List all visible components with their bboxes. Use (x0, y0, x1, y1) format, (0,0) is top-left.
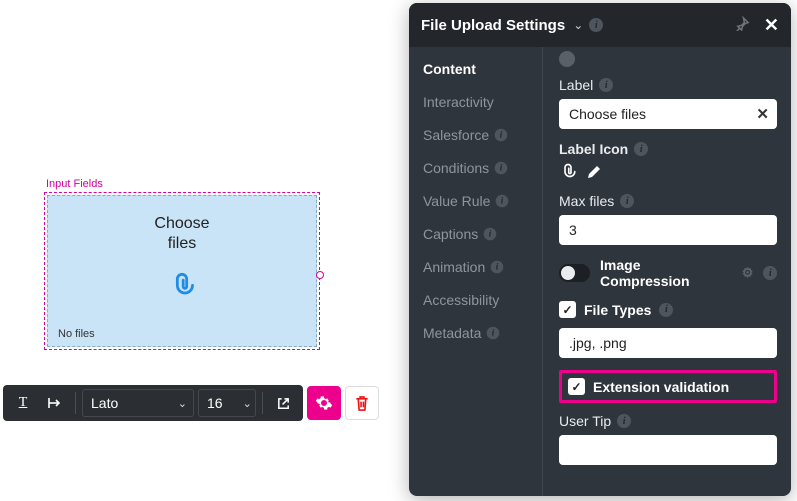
paperclip-icon (165, 272, 199, 305)
user-tip-input[interactable] (559, 435, 777, 465)
sidebar-item-metadata[interactable]: Metadatai (423, 325, 542, 341)
image-compression-toggle[interactable] (559, 264, 590, 282)
extension-validation-row: ✓ Extension validation (568, 378, 768, 395)
label-icon-row: Label Icon i (559, 141, 777, 157)
toolbar-dark-group: T Lato ⌄ 16 ⌄ (3, 385, 303, 421)
maxfiles-input[interactable] (559, 215, 777, 245)
section-label: Input Fields (46, 178, 320, 190)
sidebar-item-captions[interactable]: Captionsi (423, 226, 542, 242)
sidebar-item-interactivity[interactable]: Interactivity (423, 94, 542, 110)
info-icon[interactable]: i (763, 266, 777, 280)
info-icon[interactable]: i (589, 18, 603, 32)
info-icon[interactable]: i (659, 303, 673, 317)
show-label-row: Show Label (559, 51, 777, 67)
label-label: Label (559, 77, 593, 93)
info-icon[interactable]: i (599, 78, 613, 92)
label-field-row: Label i (559, 77, 777, 93)
file-types-input[interactable] (559, 328, 777, 358)
file-types-row: ✓ File Types i (559, 301, 777, 318)
settings-sidebar: Content Interactivity Salesforcei Condit… (409, 47, 543, 496)
sidebar-item-conditions[interactable]: Conditionsi (423, 160, 542, 176)
text-tool-button[interactable]: T (9, 389, 37, 417)
toolbar-separator (262, 392, 263, 414)
align-tool-button[interactable] (41, 389, 69, 417)
resize-handle[interactable] (316, 271, 324, 279)
info-icon[interactable]: i (620, 194, 634, 208)
close-button[interactable]: ✕ (764, 15, 779, 36)
font-size-select[interactable]: 16 ⌄ (198, 389, 256, 417)
file-types-label: File Types (584, 302, 651, 318)
extension-validation-highlight: ✓ Extension validation (559, 370, 777, 403)
chevron-down-icon: ⌄ (243, 397, 252, 410)
info-icon: i (487, 327, 500, 340)
pin-icon[interactable] (735, 16, 750, 34)
format-toolbar: T Lato ⌄ 16 ⌄ (3, 385, 379, 421)
extension-validation-label: Extension validation (593, 379, 729, 395)
file-upload-widget[interactable]: Choose files No files (44, 192, 320, 350)
delete-button[interactable] (345, 386, 379, 420)
info-icon: i (484, 228, 497, 241)
sidebar-item-accessibility[interactable]: Accessibility (423, 292, 542, 308)
chevron-down-icon: ⌄ (178, 397, 187, 410)
sidebar-item-value-rule[interactable]: Value Rulei (423, 193, 542, 209)
label-input[interactable] (559, 99, 777, 129)
paperclip-icon[interactable] (559, 163, 577, 181)
sidebar-item-content[interactable]: Content (423, 61, 542, 77)
open-external-button[interactable] (269, 389, 297, 417)
upload-label-line1: Choose (48, 214, 316, 234)
maxfiles-row: Max files i (559, 193, 777, 209)
settings-form: Show Label Label i ✕ Label Icon i (543, 47, 791, 496)
settings-button[interactable] (307, 386, 341, 420)
file-types-checkbox[interactable]: ✓ (559, 301, 576, 318)
gear-icon[interactable]: ⚙ (742, 265, 754, 281)
info-icon[interactable]: i (634, 142, 648, 156)
image-compression-label: Image Compression (600, 257, 730, 289)
info-icon: i (495, 129, 508, 142)
image-compression-row: Image Compression ⚙ i (559, 257, 777, 289)
toolbar-separator (75, 392, 76, 414)
upload-label-line2: files (48, 234, 316, 254)
extension-validation-checkbox[interactable]: ✓ (568, 378, 585, 395)
user-tip-row: User Tip i (559, 413, 777, 429)
font-select[interactable]: Lato ⌄ (82, 389, 194, 417)
panel-header: File Upload Settings ⌄ i ✕ (409, 3, 791, 47)
panel-title: File Upload Settings (421, 17, 565, 34)
info-icon[interactable]: i (617, 414, 631, 428)
font-value: Lato (91, 395, 118, 411)
chevron-down-icon[interactable]: ⌄ (573, 18, 583, 32)
nofiles-text: No files (58, 328, 95, 340)
maxfiles-label: Max files (559, 193, 614, 209)
info-icon: i (496, 195, 509, 208)
clear-icon[interactable]: ✕ (756, 105, 769, 123)
size-value: 16 (207, 395, 223, 411)
label-icon-label: Label Icon (559, 141, 628, 157)
edit-icon[interactable] (585, 163, 603, 181)
info-icon: i (495, 162, 508, 175)
user-tip-label: User Tip (559, 413, 611, 429)
canvas-region: Input Fields Choose files No files (44, 178, 320, 350)
sidebar-item-salesforce[interactable]: Salesforcei (423, 127, 542, 143)
info-icon: i (491, 261, 504, 274)
toggle-icon[interactable] (559, 51, 575, 67)
sidebar-item-animation[interactable]: Animationi (423, 259, 542, 275)
settings-panel: File Upload Settings ⌄ i ✕ Content Inter… (409, 3, 791, 496)
upload-dropzone[interactable]: Choose files No files (47, 195, 317, 347)
